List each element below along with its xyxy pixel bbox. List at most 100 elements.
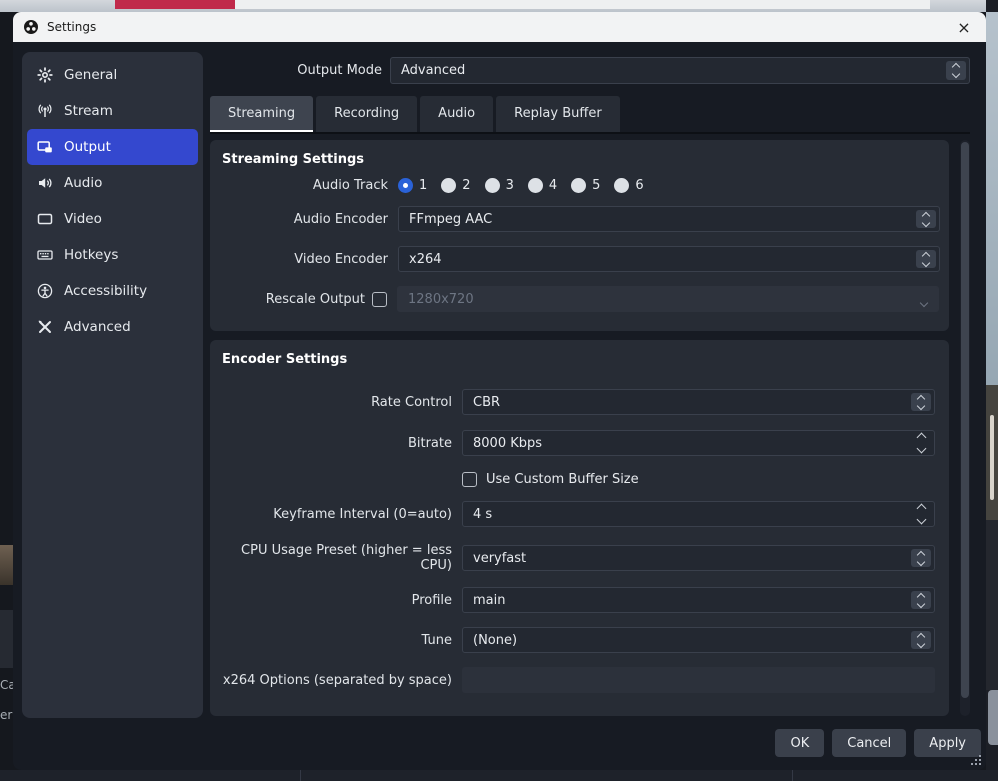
dropdown-arrows-icon[interactable]: [911, 591, 931, 609]
desktop-top-strip: [0, 0, 998, 12]
background-window-bar: [115, 0, 930, 9]
sidebar-item-label: Audio: [64, 175, 102, 191]
radio-label: 3: [506, 178, 514, 193]
background-photo-fragment: [0, 545, 13, 585]
video-encoder-dropdown[interactable]: x264: [398, 246, 940, 272]
audio-track-radio-2[interactable]: [441, 178, 456, 193]
sidebar-item-label: Advanced: [64, 319, 131, 335]
x264-options-input[interactable]: [462, 667, 935, 693]
scrollbar-thumb[interactable]: [961, 142, 969, 698]
custom-buffer-row: Use Custom Buffer Size: [210, 472, 949, 487]
cpu-preset-value: veryfast: [473, 551, 526, 566]
gear-icon: [37, 67, 53, 83]
audio-encoder-dropdown[interactable]: FFmpeg AAC: [398, 206, 940, 232]
encoder-settings-heading: Encoder Settings: [222, 352, 949, 367]
spinbox-arrows-icon[interactable]: [914, 434, 928, 452]
dropdown-arrows-icon[interactable]: [916, 250, 936, 268]
background-streak: [990, 415, 994, 500]
keyframe-interval-value: 4 s: [473, 507, 492, 522]
tab-audio[interactable]: Audio: [420, 96, 493, 132]
radio-label: 1: [419, 178, 427, 193]
desktop-left-strip: Ca er: [0, 12, 13, 770]
sidebar-item-label: Hotkeys: [64, 247, 118, 263]
rescale-resolution-dropdown[interactable]: 1280x720: [397, 286, 939, 312]
cpu-preset-label: CPU Usage Preset (higher = less CPU): [210, 543, 452, 573]
x264-options-field-wrap: [462, 667, 935, 693]
background-dark-fragment: [986, 520, 998, 690]
keyframe-interval-row: Keyframe Interval (0=auto) 4 s: [210, 501, 949, 527]
output-tabs: Streaming Recording Audio Replay Buffer: [210, 96, 620, 132]
chevron-down-icon: [921, 295, 927, 310]
audio-track-radio-6[interactable]: [614, 178, 629, 193]
dropdown-arrows-icon[interactable]: [911, 631, 931, 649]
profile-value: main: [473, 593, 505, 608]
video-encoder-label: Video Encoder: [210, 252, 388, 267]
profile-dropdown[interactable]: main: [462, 587, 935, 613]
tab-separator: [210, 132, 970, 134]
ok-button[interactable]: OK: [775, 729, 824, 757]
close-button[interactable]: ×: [952, 18, 976, 37]
rate-control-dropdown[interactable]: CBR: [462, 389, 935, 415]
use-custom-buffer-label[interactable]: Use Custom Buffer Size: [486, 472, 639, 487]
settings-sidebar: General Stream Output Audio Video: [22, 52, 203, 718]
window-title: Settings: [47, 20, 96, 34]
sidebar-item-video[interactable]: Video: [27, 201, 198, 237]
keyframe-interval-spinbox[interactable]: 4 s: [462, 501, 935, 527]
sidebar-item-label: Video: [64, 211, 102, 227]
background-sky: [986, 12, 998, 385]
audio-track-radio-5[interactable]: [571, 178, 586, 193]
audio-track-radio-3[interactable]: [485, 178, 500, 193]
dropdown-arrows-icon[interactable]: [916, 210, 936, 228]
tab-streaming[interactable]: Streaming: [210, 96, 313, 132]
keyboard-icon: [37, 247, 53, 263]
streaming-settings-panel: Streaming Settings Audio Track 1 2 3 4 5…: [210, 140, 949, 331]
background-divider: [792, 770, 793, 781]
use-custom-buffer-checkbox[interactable]: [462, 472, 477, 487]
spinbox-arrows-icon[interactable]: [914, 505, 928, 523]
tune-value: (None): [473, 633, 517, 648]
vertical-scrollbar[interactable]: [960, 140, 970, 716]
sidebar-item-general[interactable]: General: [27, 57, 198, 93]
dropdown-arrows-icon[interactable]: [946, 61, 966, 80]
output-mode-value: Advanced: [401, 63, 465, 78]
chevron-down-icon: [922, 218, 930, 226]
sidebar-item-hotkeys[interactable]: Hotkeys: [27, 237, 198, 273]
tab-recording[interactable]: Recording: [316, 96, 417, 132]
sidebar-item-stream[interactable]: Stream: [27, 93, 198, 129]
tune-dropdown[interactable]: (None): [462, 627, 935, 653]
output-mode-row: Output Mode Advanced: [210, 57, 970, 84]
chevron-down-icon: [916, 444, 926, 454]
audio-track-label: Audio Track: [210, 178, 388, 193]
chevron-down-icon: [917, 599, 925, 607]
audio-encoder-label: Audio Encoder: [210, 212, 388, 227]
titlebar[interactable]: Settings ×: [13, 12, 986, 42]
chevron-up-icon: [916, 433, 926, 443]
background-photo-fragment: [986, 385, 998, 520]
audio-track-radio-4[interactable]: [528, 178, 543, 193]
bitrate-spinbox[interactable]: 8000 Kbps: [462, 430, 935, 456]
apply-button[interactable]: Apply: [914, 729, 981, 757]
resize-grip[interactable]: [979, 763, 981, 765]
dropdown-arrows-icon[interactable]: [911, 393, 931, 411]
tab-replay-buffer[interactable]: Replay Buffer: [496, 96, 620, 132]
monitor-icon: [37, 211, 53, 227]
tune-label: Tune: [210, 633, 452, 648]
audio-track-radio-1[interactable]: [398, 178, 413, 193]
bitrate-row: Bitrate 8000 Kbps: [210, 430, 949, 456]
tune-row: Tune (None): [210, 627, 949, 653]
dropdown-arrows-icon[interactable]: [911, 549, 931, 567]
output-mode-dropdown[interactable]: Advanced: [390, 57, 970, 84]
chevron-down-icon: [917, 401, 925, 409]
sidebar-item-advanced[interactable]: Advanced: [27, 309, 198, 345]
sidebar-item-label: Stream: [64, 103, 113, 119]
sidebar-item-audio[interactable]: Audio: [27, 165, 198, 201]
accessibility-icon: [37, 283, 53, 299]
bitrate-value: 8000 Kbps: [473, 436, 542, 451]
sidebar-item-output[interactable]: Output: [27, 129, 198, 165]
cancel-button[interactable]: Cancel: [832, 729, 906, 757]
streaming-settings-heading: Streaming Settings: [222, 152, 949, 167]
sidebar-item-accessibility[interactable]: Accessibility: [27, 273, 198, 309]
sidebar-item-label: Accessibility: [64, 283, 147, 299]
cpu-preset-dropdown[interactable]: veryfast: [462, 545, 935, 571]
rescale-output-checkbox[interactable]: [372, 292, 387, 307]
